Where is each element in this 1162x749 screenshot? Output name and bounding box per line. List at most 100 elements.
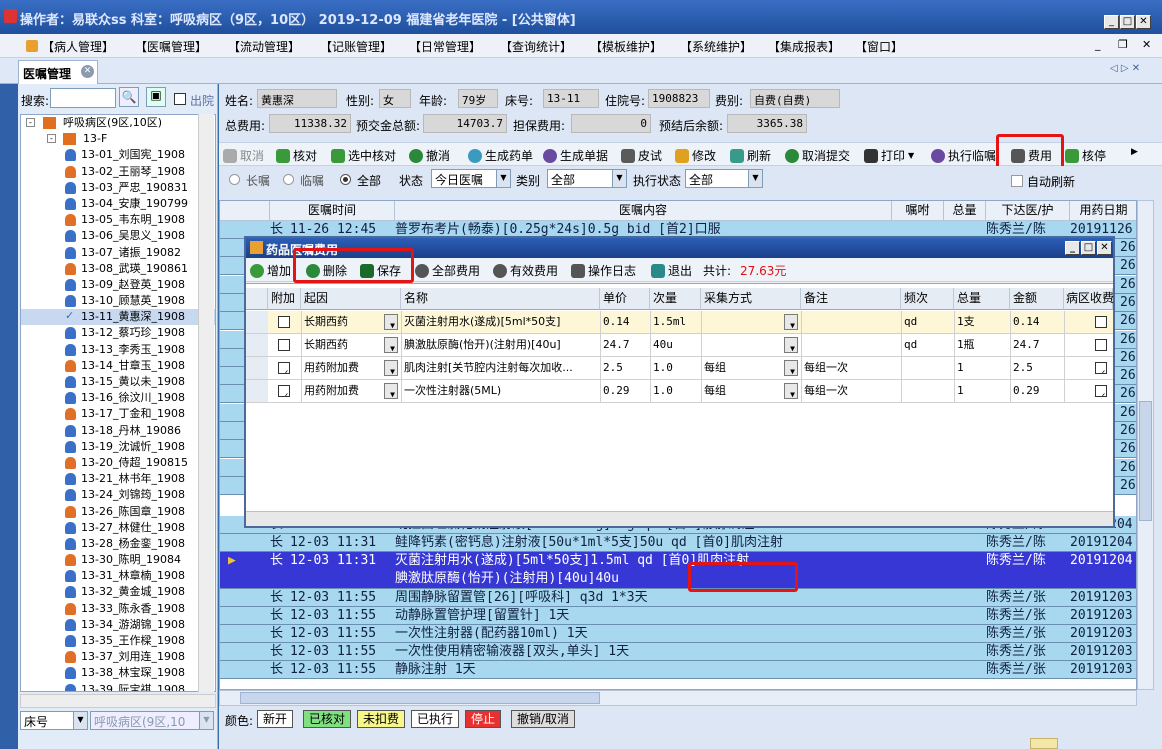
menu-window[interactable]: 【窗口】: [855, 38, 903, 55]
header-order-content[interactable]: 医嘱内容: [395, 201, 892, 221]
generate-drug-list-button[interactable]: 生成药单: [468, 147, 533, 164]
patient-item[interactable]: 13-26_陈国章_1908: [21, 504, 215, 520]
tree-hscroll[interactable]: [20, 694, 216, 708]
patient-item[interactable]: 13-15_黄以未_1908: [21, 374, 215, 390]
patient-item[interactable]: 13-10_顾慧英_1908: [21, 293, 215, 309]
menu-billing[interactable]: 【记账管理】: [320, 38, 392, 55]
grid-hscroll[interactable]: [219, 690, 1137, 706]
tab-order-manage[interactable]: 医嘱管理 ✕: [18, 60, 98, 84]
order-row[interactable]: 长 12-03 11:55 一次性使用精密输液器[双头,单头] 1天 陈秀兰/张 201…: [220, 643, 1136, 661]
tree-vscroll[interactable]: [198, 114, 214, 692]
fee-row-header[interactable]: [246, 311, 268, 333]
verify-button[interactable]: 核对: [276, 147, 317, 164]
tab-close-icon[interactable]: ✕: [81, 65, 94, 78]
sort-select[interactable]: 床号 ▼: [20, 711, 88, 730]
mdi-close[interactable]: ✕: [1142, 38, 1151, 51]
fee-header-dose[interactable]: 次量: [650, 288, 701, 310]
dialog-minimize-button[interactable]: _: [1065, 241, 1080, 255]
patient-item[interactable]: 13-34_游湖锦_1908: [21, 617, 215, 633]
menu-reports[interactable]: 【集成报表】: [768, 38, 840, 55]
verify-stop-button[interactable]: 核停: [1065, 147, 1106, 164]
search-input[interactable]: [50, 88, 116, 108]
mdi-restore[interactable]: ❐: [1118, 38, 1128, 51]
grid-hscroll-thumb[interactable]: [240, 692, 600, 704]
fee-grid-hscroll[interactable]: [246, 511, 1113, 526]
patient-item[interactable]: 13-20_侍超_190815: [21, 455, 215, 471]
menu-flow[interactable]: 【流动管理】: [228, 38, 300, 55]
menu-stats[interactable]: 【查询统计】: [500, 38, 572, 55]
close-button[interactable]: ✕: [1136, 15, 1151, 29]
method-dropdown[interactable]: ▼: [784, 337, 798, 353]
patient-item[interactable]: 13-06_吴思义_1908: [21, 228, 215, 244]
patient-item[interactable]: 13-39_阮宝祺_1908: [21, 682, 215, 691]
dialog-close-button[interactable]: ✕: [1097, 241, 1112, 255]
method-dropdown[interactable]: ▼: [784, 383, 798, 399]
reason-dropdown[interactable]: ▼: [384, 337, 398, 353]
patient-item[interactable]: 13-28_杨金銮_1908: [21, 536, 215, 552]
fee-row[interactable]: ✓ 用药附加费 一次性注射器(5ML) 0.29 1.0 每组 每组一次 1 0.29 ▼ ▼ ✓: [246, 380, 1113, 403]
search-icon[interactable]: 🔍: [119, 87, 139, 107]
reason-dropdown[interactable]: ▼: [384, 314, 398, 330]
patient-item[interactable]: 13-07_诸振_19082: [21, 245, 215, 261]
fee-header-method[interactable]: 采集方式: [701, 288, 801, 310]
patient-item[interactable]: 13-19_沈诚忻_1908: [21, 439, 215, 455]
method-dropdown[interactable]: ▼: [784, 314, 798, 330]
menu-daily[interactable]: 【日常管理】: [409, 38, 481, 55]
verify-selected-button[interactable]: 选中核对: [331, 147, 396, 164]
fee-row[interactable]: 长期西药 腆激肽原酶(怡开)(注射用)[40u] 24.7 40u qd 1瓶 24.7 ▼ ▼: [246, 334, 1113, 357]
menu-patient[interactable]: 【病人管理】: [42, 38, 114, 55]
order-row[interactable]: 长 12-03 11:31 灭菌注射用水(遂成)[5ml*50支]1.5ml qd …: [220, 552, 1136, 589]
minimize-button[interactable]: _: [1104, 15, 1119, 29]
fee-row[interactable]: ✓ 用药附加费 肌肉注射[关节腔内注射每次加收... 2.5 1.0 每组 每组一次 1 2.5…: [246, 357, 1113, 380]
patient-item[interactable]: 13-30_陈明_19084: [21, 552, 215, 568]
fee-attach-checkbox[interactable]: [278, 339, 290, 351]
print-button[interactable]: 打印 ▼: [864, 147, 914, 164]
all-fees-button[interactable]: 全部费用: [415, 262, 480, 279]
operation-log-button[interactable]: 操作日志: [571, 262, 636, 279]
discharge-checkbox[interactable]: [174, 93, 186, 105]
toolbar-overflow[interactable]: ▶: [1131, 147, 1138, 157]
fee-header-amount[interactable]: 金额: [1010, 288, 1064, 310]
fee-ward-charge-checkbox[interactable]: ✓: [1095, 362, 1107, 374]
header-drug-date[interactable]: 用药日期: [1070, 201, 1136, 221]
cancel-submit-button[interactable]: 取消提交: [785, 147, 850, 164]
long-term-radio[interactable]: [229, 174, 240, 185]
exec-status-select[interactable]: 全部 ▼: [685, 169, 763, 188]
fee-attach-checkbox[interactable]: [278, 316, 290, 328]
menu-template[interactable]: 【模板维护】: [590, 38, 662, 55]
patient-item[interactable]: 13-31_林章楠_1908: [21, 568, 215, 584]
order-row[interactable]: 长 12-03 11:31 鲑降钙素(密钙息)注射液[50u*1ml*5支]50u …: [220, 534, 1136, 552]
fee-header-qty[interactable]: 总量: [954, 288, 1010, 310]
fee-ward-charge-checkbox[interactable]: ✓: [1095, 385, 1107, 397]
reason-dropdown[interactable]: ▼: [384, 360, 398, 376]
fee-attach-checkbox[interactable]: ✓: [278, 385, 290, 397]
fee-row[interactable]: 长期西药 灭菌注射用水(遂成)[5ml*50支] 0.14 1.5ml qd 1支 0.14…: [246, 311, 1113, 334]
patient-item[interactable]: 13-12_蔡巧珍_1908: [21, 325, 215, 341]
generate-doc-button[interactable]: 生成单据: [543, 147, 608, 164]
mdi-minimize[interactable]: _: [1095, 38, 1101, 51]
fee-header-freq[interactable]: 频次: [901, 288, 954, 310]
temporary-radio[interactable]: [283, 174, 294, 185]
exec-temp-button[interactable]: 执行临嘱: [931, 147, 996, 164]
fee-header-price[interactable]: 单价: [600, 288, 650, 310]
fee-attach-checkbox[interactable]: ✓: [278, 362, 290, 374]
patient-item[interactable]: 13-24_刘锦筠_1908: [21, 487, 215, 503]
order-row[interactable]: 长 12-03 11:55 静脉注射 1天 陈秀兰/张 20191203: [220, 661, 1136, 679]
fee-row-header[interactable]: [246, 380, 268, 402]
patient-item[interactable]: 13-05_韦东明_1908: [21, 212, 215, 228]
patient-item[interactable]: 13-27_林健仕_1908: [21, 520, 215, 536]
ward-select[interactable]: 呼吸病区(9区,10 ▼: [90, 711, 214, 730]
category-select[interactable]: 全部 ▼: [547, 169, 627, 188]
patient-item[interactable]: 13-32_黄金城_1908: [21, 584, 215, 600]
patient-item[interactable]: 13-37_刘用连_1908: [21, 649, 215, 665]
patient-item[interactable]: 13-01_刘国宪_1908: [21, 147, 215, 163]
patient-item[interactable]: 13-04_安康_190799: [21, 196, 215, 212]
patient-item[interactable]: 13-08_武瑛_190861: [21, 261, 215, 277]
method-dropdown[interactable]: ▼: [784, 360, 798, 376]
reason-dropdown[interactable]: ▼: [384, 383, 398, 399]
patient-item[interactable]: ✓ 13-11_黄惠深_1908: [21, 309, 215, 326]
edit-button[interactable]: 修改: [675, 147, 716, 164]
patient-item[interactable]: 13-17_丁金和_1908: [21, 406, 215, 422]
order-row[interactable]: 长 12-03 11:55 一次性注射器(配药器10ml) 1天 陈秀兰/张 20191…: [220, 625, 1136, 643]
auto-refresh-checkbox[interactable]: [1011, 175, 1023, 187]
